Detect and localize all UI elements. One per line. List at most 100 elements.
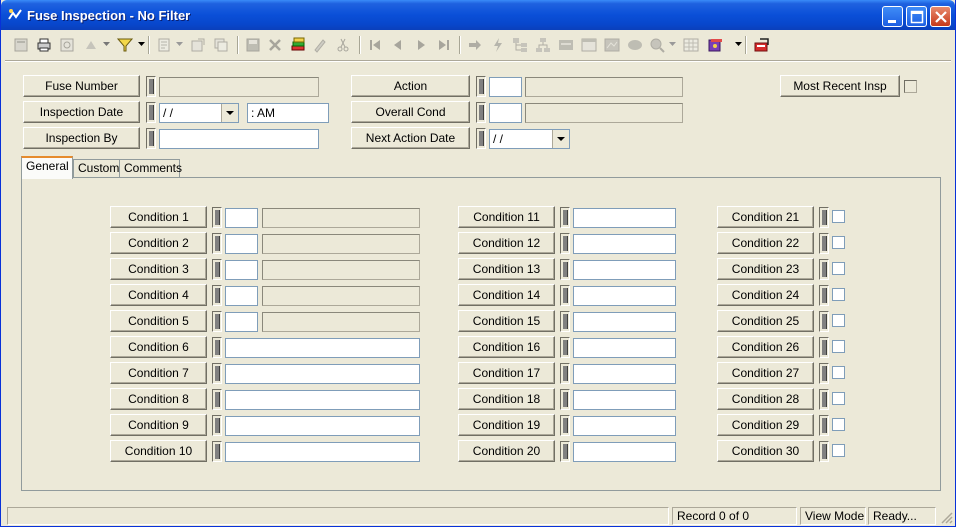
condition-button[interactable]: Condition 7	[110, 362, 207, 384]
inspection-by-field[interactable]	[159, 129, 319, 149]
action-button[interactable]: Action	[351, 75, 470, 97]
condition-button[interactable]: Condition 15	[458, 310, 555, 332]
minimize-button[interactable]	[882, 6, 903, 27]
condition-checkbox[interactable]	[832, 288, 845, 301]
exit-tool[interactable]	[752, 35, 772, 55]
report-dropdown-icon[interactable]	[176, 42, 183, 47]
edit-stack-tool[interactable]	[288, 35, 308, 55]
last-record-tool[interactable]	[434, 35, 454, 55]
next-action-date-dropdown-icon[interactable]	[552, 130, 569, 148]
condition-text-field[interactable]	[573, 338, 676, 358]
condition-button[interactable]: Condition 27	[717, 362, 814, 384]
library-tool[interactable]	[705, 35, 725, 55]
sort-tool[interactable]	[81, 35, 101, 55]
list-tool[interactable]	[556, 35, 576, 55]
tab-comments[interactable]: Comments	[119, 159, 182, 178]
library-dropdown-icon[interactable]	[735, 42, 742, 47]
inspection-date-field[interactable]: / /	[159, 103, 239, 123]
condition-button[interactable]: Condition 26	[717, 336, 814, 358]
inspection-time-field[interactable]: : AM	[247, 103, 329, 123]
tree-tool[interactable]	[533, 35, 553, 55]
new-record-tool[interactable]	[11, 35, 31, 55]
next-action-date-field[interactable]: / /	[489, 129, 570, 149]
condition-checkbox[interactable]	[832, 262, 845, 275]
condition-text-field[interactable]	[225, 416, 420, 436]
condition-button[interactable]: Condition 6	[110, 336, 207, 358]
condition-text-field[interactable]	[225, 442, 420, 462]
export-tool[interactable]	[188, 35, 208, 55]
fuse-number-button[interactable]: Fuse Number	[23, 75, 140, 97]
filter-dropdown-icon[interactable]	[138, 42, 145, 47]
sort-dropdown-icon[interactable]	[103, 42, 110, 47]
condition-checkbox[interactable]	[832, 366, 845, 379]
condition-button[interactable]: Condition 12	[458, 232, 555, 254]
most-recent-insp-checkbox[interactable]	[904, 80, 917, 93]
condition-button[interactable]: Condition 10	[110, 440, 207, 462]
condition-button[interactable]: Condition 2	[110, 232, 207, 254]
prev-record-tool[interactable]	[388, 35, 408, 55]
action-code-field[interactable]	[489, 77, 522, 97]
inspection-date-dropdown-icon[interactable]	[221, 104, 238, 122]
condition-text-field[interactable]	[573, 260, 676, 280]
grid-tool[interactable]	[681, 35, 701, 55]
calendar-tool[interactable]	[579, 35, 599, 55]
first-record-tool[interactable]	[365, 35, 385, 55]
inspection-date-button[interactable]: Inspection Date	[23, 101, 140, 123]
condition-button[interactable]: Condition 28	[717, 388, 814, 410]
condition-button[interactable]: Condition 13	[458, 258, 555, 280]
condition-code-field[interactable]	[225, 312, 258, 332]
note-tool[interactable]	[625, 35, 645, 55]
condition-button[interactable]: Condition 16	[458, 336, 555, 358]
condition-button[interactable]: Condition 19	[458, 414, 555, 436]
condition-button[interactable]: Condition 17	[458, 362, 555, 384]
search-tool[interactable]	[647, 35, 667, 55]
condition-text-field[interactable]	[225, 364, 420, 384]
condition-checkbox[interactable]	[832, 444, 845, 457]
condition-checkbox[interactable]	[832, 418, 845, 431]
preview-tool[interactable]	[57, 35, 77, 55]
condition-button[interactable]: Condition 4	[110, 284, 207, 306]
condition-checkbox[interactable]	[832, 340, 845, 353]
condition-text-field[interactable]	[573, 364, 676, 384]
condition-button[interactable]: Condition 22	[717, 232, 814, 254]
condition-text-field[interactable]	[573, 390, 676, 410]
print-tool[interactable]	[34, 35, 54, 55]
run-tool[interactable]	[488, 35, 508, 55]
tab-general[interactable]: General	[21, 156, 73, 179]
condition-text-field[interactable]	[573, 234, 676, 254]
cut-tool[interactable]	[333, 35, 353, 55]
condition-button[interactable]: Condition 24	[717, 284, 814, 306]
condition-button[interactable]: Condition 21	[717, 206, 814, 228]
map-tool[interactable]	[602, 35, 622, 55]
condition-button[interactable]: Condition 18	[458, 388, 555, 410]
resize-grip-icon[interactable]	[939, 510, 953, 524]
condition-checkbox[interactable]	[832, 314, 845, 327]
condition-button[interactable]: Condition 23	[717, 258, 814, 280]
condition-text-field[interactable]	[573, 416, 676, 436]
report-tool[interactable]	[154, 35, 174, 55]
overall-cond-code-field[interactable]	[489, 103, 522, 123]
copy-tool[interactable]	[211, 35, 231, 55]
condition-text-field[interactable]	[573, 208, 676, 228]
condition-button[interactable]: Condition 29	[717, 414, 814, 436]
condition-text-field[interactable]	[573, 286, 676, 306]
overall-cond-button[interactable]: Overall Cond	[351, 101, 470, 123]
goto-tool[interactable]	[465, 35, 485, 55]
condition-button[interactable]: Condition 30	[717, 440, 814, 462]
condition-button[interactable]: Condition 25	[717, 310, 814, 332]
condition-button[interactable]: Condition 9	[110, 414, 207, 436]
condition-button[interactable]: Condition 11	[458, 206, 555, 228]
fuse-number-field[interactable]	[159, 77, 319, 97]
condition-checkbox[interactable]	[832, 392, 845, 405]
condition-text-field[interactable]	[573, 442, 676, 462]
condition-text-field[interactable]	[573, 312, 676, 332]
most-recent-insp-button[interactable]: Most Recent Insp	[780, 75, 900, 97]
condition-button[interactable]: Condition 5	[110, 310, 207, 332]
save-tool[interactable]	[243, 35, 263, 55]
condition-button[interactable]: Condition 20	[458, 440, 555, 462]
filter-tool[interactable]	[115, 35, 135, 55]
condition-button[interactable]: Condition 14	[458, 284, 555, 306]
inspection-by-button[interactable]: Inspection By	[23, 127, 140, 149]
condition-text-field[interactable]	[225, 390, 420, 410]
maximize-button[interactable]	[906, 6, 927, 27]
